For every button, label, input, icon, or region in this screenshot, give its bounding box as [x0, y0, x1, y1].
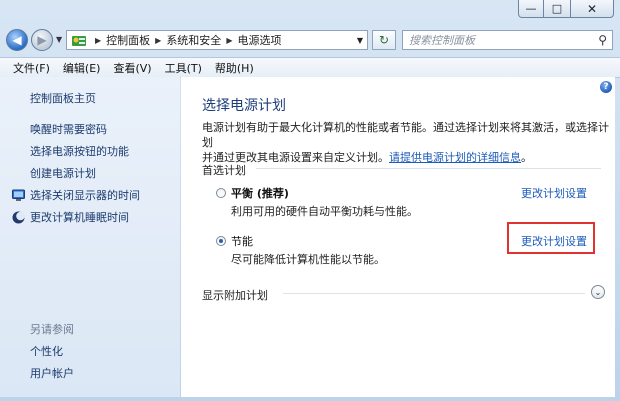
navigation-bar: ◀ ▶ ▼ ▶ 控制面板 ▶ 系统和安全 ▶ 电源选项 ▼ ↻ 搜索控制面板 ⚲ — [0, 26, 620, 54]
plan-powersaver-radio[interactable] — [216, 236, 226, 246]
menu-edit[interactable]: 编辑(E) — [63, 60, 101, 76]
address-dropdown-icon[interactable]: ▼ — [357, 36, 363, 45]
moon-icon — [12, 209, 25, 224]
help-icon[interactable]: ? — [600, 81, 612, 93]
plan-balanced-radio[interactable] — [216, 188, 226, 198]
sidebar-item-create-plan[interactable]: 创建电源计划 — [30, 165, 96, 181]
forward-button[interactable]: ▶ — [31, 29, 53, 51]
plan-powersaver-desc: 尽可能降低计算机性能以节能。 — [231, 253, 385, 266]
refresh-icon: ↻ — [378, 33, 390, 47]
see-also-personalization[interactable]: 个性化 — [30, 343, 63, 359]
breadcrumb-control-panel[interactable]: 控制面板 — [106, 32, 150, 48]
maximize-button[interactable]: □ — [544, 0, 570, 18]
menu-help[interactable]: 帮助(H) — [215, 60, 254, 76]
menu-file[interactable]: 文件(F) — [13, 60, 50, 76]
refresh-button[interactable]: ↻ — [372, 30, 396, 50]
expand-chevron-icon[interactable]: ⌄ — [591, 285, 605, 299]
forward-arrow-icon: ▶ — [37, 33, 47, 47]
search-input[interactable]: 搜索控制面板 ⚲ — [402, 30, 613, 50]
search-icon[interactable]: ⚲ — [598, 33, 607, 47]
plan-balanced-desc: 利用可用的硬件自动平衡功耗与性能。 — [231, 205, 418, 218]
caption-buttons: — □ ✕ — [518, 0, 614, 18]
back-button[interactable]: ◀ — [6, 29, 28, 51]
additional-plans-divider — [283, 293, 585, 294]
back-arrow-icon: ◀ — [12, 33, 22, 47]
page-title: 选择电源计划 — [202, 98, 286, 114]
control-panel-window: — □ ✕ ◀ ▶ ▼ ▶ 控制面板 ▶ 系统和安全 ▶ 电源选项 ▼ ↻ 搜索… — [0, 0, 620, 401]
breadcrumb-chevron-icon: ▶ — [155, 35, 162, 45]
plan-details-link[interactable]: 请提供电源计划的详细信息 — [389, 151, 521, 164]
sidebar: 控制面板主页 唤醒时需要密码 选择电源按钮的功能 创建电源计划 选择关闭显示器的… — [0, 77, 180, 397]
breadcrumb-chevron-icon: ▶ — [226, 35, 233, 45]
control-panel-icon — [71, 33, 87, 47]
show-additional-plans-label[interactable]: 显示附加计划 — [202, 287, 268, 303]
main-content: ? 选择电源计划 电源计划有助于最大化计算机的性能或者节能。通过选择计划来将其激… — [181, 77, 615, 397]
page-description: 电源计划有助于最大化计算机的性能或者节能。通过选择计划来将其激活，或选择计划 并… — [202, 120, 612, 165]
plan-powersaver-change-link[interactable]: 更改计划设置 — [521, 233, 587, 249]
group-divider — [256, 168, 601, 169]
monitor-icon — [12, 187, 25, 201]
menu-tools[interactable]: 工具(T) — [165, 60, 202, 76]
address-bar[interactable]: ▶ 控制面板 ▶ 系统和安全 ▶ 电源选项 ▼ — [66, 30, 368, 50]
plan-balanced-name[interactable]: 平衡 (推荐) — [231, 185, 289, 201]
plan-powersaver-name[interactable]: 节能 — [231, 233, 253, 249]
sidebar-item-power-button[interactable]: 选择电源按钮的功能 — [30, 143, 129, 159]
close-button[interactable]: ✕ — [570, 0, 614, 18]
breadcrumb-power-options[interactable]: 电源选项 — [237, 32, 281, 48]
history-dropdown-icon[interactable]: ▼ — [56, 35, 62, 44]
plan-balanced-change-link[interactable]: 更改计划设置 — [521, 185, 587, 201]
description-line1: 电源计划有助于最大化计算机的性能或者节能。通过选择计划来将其激活，或选择计划 — [202, 121, 609, 149]
breadcrumb-system-security[interactable]: 系统和安全 — [166, 32, 221, 48]
sidebar-item-display-off-time[interactable]: 选择关闭显示器的时间 — [30, 187, 140, 203]
description-period: 。 — [521, 151, 532, 164]
search-placeholder: 搜索控制面板 — [409, 34, 475, 47]
preferred-plans-label: 首选计划 — [202, 164, 246, 177]
sidebar-item-sleep-time[interactable]: 更改计算机睡眠时间 — [30, 209, 129, 225]
menu-bar: 文件(F) 编辑(E) 查看(V) 工具(T) 帮助(H) — [0, 57, 620, 78]
sidebar-item-wake-password[interactable]: 唤醒时需要密码 — [30, 121, 107, 137]
sidebar-home-link[interactable]: 控制面板主页 — [30, 90, 96, 106]
menu-view[interactable]: 查看(V) — [113, 60, 151, 76]
breadcrumb-chevron-icon: ▶ — [95, 35, 102, 45]
minimize-button[interactable]: — — [518, 0, 544, 18]
see-also-user-accounts[interactable]: 用户帐户 — [30, 365, 74, 381]
see-also-title: 另请参阅 — [30, 323, 74, 336]
